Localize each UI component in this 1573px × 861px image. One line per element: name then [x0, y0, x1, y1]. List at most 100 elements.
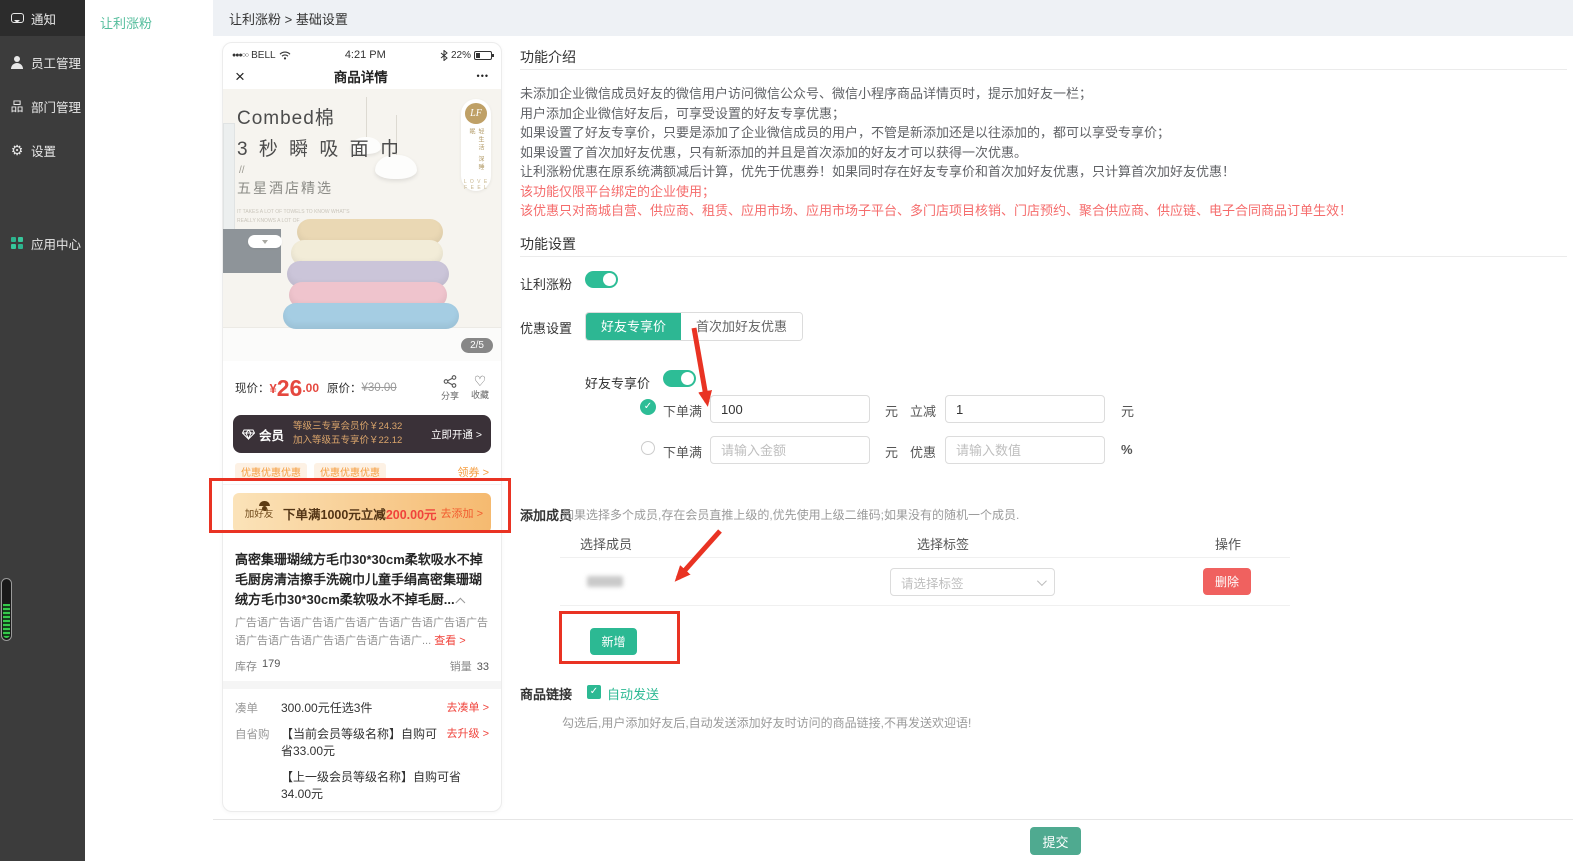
self-buy-line2: 【上一级会员等级名称】自购可省34.00元: [281, 768, 489, 802]
rule1-value-input[interactable]: [945, 395, 1105, 423]
clock-label: 4:21 PM: [291, 49, 440, 61]
intro-line: 用户添加企业微信好友后，可享受设置的好友专享优惠；: [520, 104, 1352, 124]
self-buy-line1: 【当前会员等级名称】自购可省33.00元: [281, 725, 447, 759]
product-info-block: 高密集珊瑚绒方毛巾30*30cm柔软吸水不掉毛厨房清洁擦手洗碗巾儿童手绢高密集珊…: [223, 541, 501, 681]
hero-counter-decor: [223, 327, 501, 361]
primary-sidebar: 通知 员工管理 品 部门管理 ⚙ 设置 应用中心: [0, 0, 85, 861]
enable-toggle[interactable]: [585, 271, 618, 288]
chat-icon: [10, 11, 24, 25]
gather-label: 凑单: [235, 699, 281, 716]
self-buy-row: 自省购 【当前会员等级名称】自购可省33.00元 去升级 >: [235, 725, 489, 759]
self-buy-row2: 【上一级会员等级名称】自购可省34.00元: [235, 768, 489, 802]
intro-line: 如果设置了好友专享价，只要是添加了企业微信成员的用户，不管是新添加还是以往添加的…: [520, 123, 1352, 143]
stock-row: 库存179 销量33: [235, 658, 489, 674]
rule2-radio-unchecked[interactable]: [641, 441, 655, 455]
friend-price-toggle[interactable]: [663, 370, 696, 387]
members-table-header: 选择成员 选择标签 操作: [560, 530, 1290, 558]
collapse-chevron-icon[interactable]: [455, 598, 465, 608]
tab-first-add-friend[interactable]: 首次加好友优惠: [681, 313, 802, 340]
add-button[interactable]: 新增: [590, 628, 637, 655]
member-price-lines: 等级三专享会员价￥24.32 加入等级五专享价￥22.12: [293, 420, 402, 448]
get-coupon-link[interactable]: 领券 >: [458, 464, 489, 480]
favorite-label: 收藏: [471, 388, 489, 401]
sidebar-item-employees[interactable]: 员工管理: [0, 44, 85, 80]
sales-value: 33: [477, 661, 489, 673]
self-buy-label: 自省购: [235, 725, 281, 742]
hero-title-line2: 3 秒 瞬 吸 面 巾: [237, 134, 501, 161]
share-button[interactable]: 分享: [441, 375, 459, 402]
hero-subtitle: 五星酒店精选: [237, 178, 501, 198]
diamond-icon: [242, 429, 255, 440]
auto-send-checkbox[interactable]: ✓: [587, 685, 601, 699]
more-icon[interactable]: •••: [477, 71, 489, 81]
tab-friend-price[interactable]: 好友专享价: [586, 313, 681, 340]
image-pager-badge: 2/5: [461, 338, 493, 353]
hero-slashes: //: [239, 165, 501, 176]
chevron-down-icon: [262, 240, 268, 247]
rule1-amount-input[interactable]: [710, 395, 870, 423]
rule1-radio-checked[interactable]: ✓: [640, 399, 656, 415]
activity-label: 活动: [235, 811, 281, 812]
submit-button[interactable]: 提交: [1030, 827, 1081, 855]
breadcrumb: 让利涨粉 > 基础设置: [229, 9, 348, 28]
favorite-button[interactable]: ♡ 收藏: [471, 375, 489, 402]
wifi-icon: [279, 51, 291, 60]
sidebar-item-label: 通知: [31, 9, 56, 28]
product-link-label: 商品链接: [520, 684, 572, 703]
member-open-link[interactable]: 立即开通 >: [431, 427, 482, 442]
submenu-item-rangli[interactable]: 让利涨粉: [85, 0, 213, 32]
activity-shipping: 包邮 本商品满5件包邮，本商品满200包邮 >: [281, 811, 489, 812]
view-more-link[interactable]: 查看 >: [434, 635, 465, 647]
content-panel: ●●●○○ BELL 4:21 PM 22% ×: [213, 36, 1573, 819]
rule2-value-input[interactable]: [945, 436, 1105, 464]
secondary-sidebar: 让利涨粉: [85, 0, 213, 861]
product-hero-image: Combed棉 3 秒 瞬 吸 面 巾 // 五星酒店精选 IT TAKES A…: [223, 89, 501, 361]
main-area: 让利涨粉 > 基础设置 ●●●○○ BELL 4:21 PM: [213, 0, 1573, 861]
sidebar-item-app-center[interactable]: 应用中心: [0, 225, 85, 261]
coupon-tag: 优惠优惠优惠: [314, 463, 386, 480]
rule2-mid-label: 优惠: [910, 442, 936, 461]
intro-line: 如果设置了首次加好友优惠，只有新添加的并且是首次添加的好友才可以获得一次优惠。: [520, 143, 1352, 163]
go-upgrade-link[interactable]: 去升级 >: [447, 725, 489, 741]
gather-text: 300.00元任选3件: [281, 699, 372, 716]
signal-dots-icon: ●●●○○: [232, 52, 248, 59]
original-price-value: ¥30.00: [362, 382, 397, 394]
towel-blue: [283, 303, 459, 329]
delete-button[interactable]: 删除: [1203, 568, 1251, 595]
go-add-friend-link[interactable]: 去添加 >: [441, 505, 483, 521]
rule2-amount-input[interactable]: [710, 436, 870, 464]
sidebar-item-departments[interactable]: 品 部门管理: [0, 88, 85, 124]
sidebar-item-label: 部门管理: [31, 97, 81, 116]
phone-page-title: 商品详情: [245, 66, 477, 86]
rule1-mid-label: 立减: [910, 401, 936, 420]
tag-select-placeholder: 请选择标签: [901, 573, 964, 592]
intro-section-title: 功能介绍: [520, 47, 576, 67]
friend-offer-amount: 200.00元: [386, 508, 437, 522]
hero-tagline: IT TAKES A LOT OF TOWELS TO KNOW WHAT'S …: [237, 208, 501, 225]
intro-line: 未添加企业微信成员好友的微信用户访问微信公众号、微信小程序商品详情页时，提示加好…: [520, 84, 1352, 104]
close-icon[interactable]: ×: [235, 68, 245, 85]
sidebar-item-notifications[interactable]: 通知: [0, 0, 85, 36]
sales-label: 销量: [450, 661, 472, 673]
go-gather-link[interactable]: 去凑单 >: [447, 699, 489, 715]
price-row: 现价： ¥ 26 .00 原价： ¥30.00: [223, 361, 501, 415]
add-friend-icon-col: 加好友: [241, 506, 277, 520]
promotions-block: 凑单 300.00元任选3件 去凑单 > 自省购 【当前会员等级名称】自购可省3…: [223, 689, 501, 812]
sidebar-item-settings[interactable]: ⚙ 设置: [0, 132, 85, 168]
stock-value: 179: [262, 658, 280, 674]
currency-symbol: ¥: [270, 381, 277, 396]
rule1-prefix: 下单满: [663, 401, 702, 420]
chevron-down-icon: [1037, 576, 1047, 586]
intro-line-warning: 该优惠只对商城自营、供应商、租赁、应用市场、应用市场子平台、多门店项目核销、门店…: [520, 201, 1352, 221]
divider: [520, 69, 1567, 70]
discount-setting-label: 优惠设置: [520, 318, 572, 337]
enable-label: 让利涨粉: [520, 274, 572, 293]
tag-select[interactable]: 请选择标签: [890, 568, 1055, 596]
battery-percent-label: 22%: [451, 50, 471, 61]
product-title: 高密集珊瑚绒方毛巾30*30cm柔软吸水不掉毛厨房清洁擦手洗碗巾儿童手绢高密集珊…: [235, 550, 489, 610]
sidebar-item-label: 设置: [31, 141, 56, 160]
share-label: 分享: [441, 389, 459, 402]
current-price-label: 现价：: [235, 380, 270, 396]
auto-send-label[interactable]: 自动发送: [607, 684, 659, 703]
gear-icon: ⚙: [10, 143, 24, 157]
